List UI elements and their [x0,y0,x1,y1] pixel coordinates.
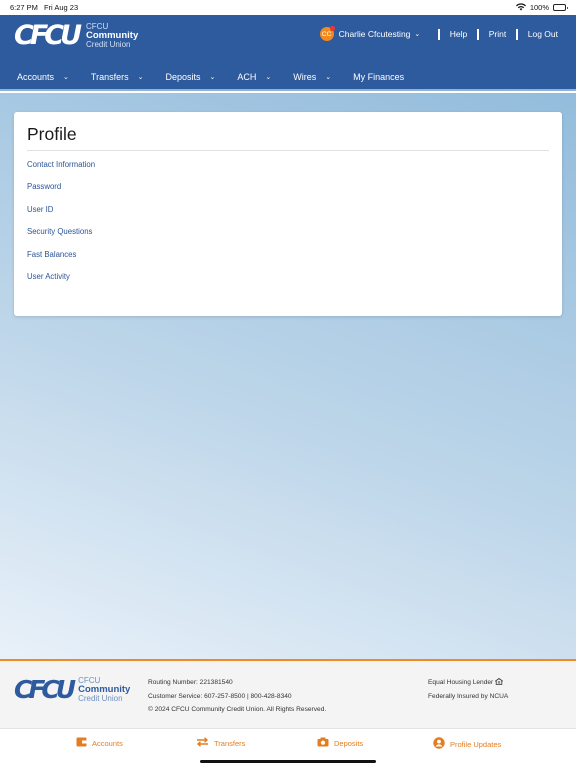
logo-mark: CFCU [14,675,76,704]
nav-transfers[interactable]: Transfers ⌄ [91,72,144,82]
profile-links: Contact Information Password User ID Sec… [27,160,549,294]
chevron-down-icon: ⌄ [63,74,69,81]
profile-card: Profile Contact Information Password Use… [14,112,562,316]
chevron-down-icon: ⌄ [137,74,144,81]
wifi-icon [515,2,526,13]
ncua-text: Federally Insured by NCUA [428,692,509,700]
logo-line2: Community [86,30,139,41]
tab-transfers[interactable]: Transfers [196,737,245,750]
logo-line3: Credit Union [86,40,131,49]
footer-info: Routing Number: 221381540 Customer Servi… [148,676,326,717]
logo-line3: Credit Union [78,694,123,703]
logo-mark: CFCU [14,20,82,51]
nav-my-finances[interactable]: My Finances [353,72,404,82]
logout-link[interactable]: Log Out [528,29,558,39]
equal-housing-text: Equal Housing Lender [428,679,494,686]
nav-label: Accounts [17,72,55,82]
link-fast-balances[interactable]: Fast Balances [27,250,549,272]
main-content: Profile Contact Information Password Use… [0,93,576,659]
tab-profile-updates[interactable]: Profile Updates [433,737,501,752]
equal-housing-icon [494,678,504,686]
bottom-tab-bar: Accounts Transfers Deposits Profile Upda… [0,728,576,768]
chevron-down-icon: ⌄ [414,31,421,38]
nav-ach[interactable]: ACH ⌄ [237,72,271,82]
swap-arrows-icon [196,737,209,750]
status-time: 6:27 PM [10,3,38,12]
user-circle-icon [433,737,445,752]
user-menu: CC Charlie Cfcutesting ⌄ Help Print Log … [319,26,558,41]
tab-label: Accounts [92,739,123,748]
cfcu-logo[interactable]: CFCU CFCU Community Credit Union [14,20,138,51]
avatar-initials: CC [321,30,332,38]
notification-dot [330,26,335,31]
divider [438,28,440,40]
customer-service: Customer Service: 607-257-8500 | 800-428… [148,692,292,700]
link-password[interactable]: Password [27,182,549,204]
nav-label: ACH [237,72,257,82]
routing-number: Routing Number: 221381540 [148,679,233,686]
status-date: Fri Aug 23 [43,3,79,12]
footer-legal: Equal Housing Lender Federally Insured b… [428,676,508,703]
camera-icon [317,737,329,750]
battery-percent: 100% [529,3,549,12]
home-indicator [200,760,376,763]
footer-logo: CFCU CFCU Community Credit Union [14,675,130,704]
tab-deposits[interactable]: Deposits [317,737,363,750]
link-contact-information[interactable]: Contact Information [27,160,549,182]
nav-deposits[interactable]: Deposits ⌄ [165,72,215,82]
nav-accounts[interactable]: Accounts ⌄ [17,72,69,82]
app-header: CFCU CFCU Community Credit Union CC Char… [0,15,576,65]
tab-label: Profile Updates [450,740,502,749]
help-link[interactable]: Help [450,29,467,39]
tab-label: Transfers [214,739,246,748]
link-user-id[interactable]: User ID [27,205,549,227]
chevron-down-icon: ⌄ [209,74,216,81]
link-security-questions[interactable]: Security Questions [27,227,549,249]
nav-label: Deposits [165,72,201,82]
chevron-down-icon: ⌄ [325,74,332,81]
print-link[interactable]: Print [489,29,506,39]
nav-label: Transfers [90,72,129,82]
tab-label: Deposits [334,739,364,748]
copyright: © 2024 CFCU Community Credit Union. All … [148,706,327,713]
footer: CFCU CFCU Community Credit Union Routing… [0,659,576,728]
user-name-dropdown[interactable]: Charlie Cfcutesting [339,29,411,39]
status-bar: 6:27 PM Fri Aug 23 100% [0,0,576,15]
main-nav: Accounts ⌄ Transfers ⌄ Deposits ⌄ ACH ⌄ Wire… [0,65,576,91]
link-user-activity[interactable]: User Activity [27,272,549,294]
tab-accounts[interactable]: Accounts [76,737,123,750]
nav-wires[interactable]: Wires ⌄ [293,72,331,82]
wallet-icon [76,737,87,750]
battery-icon [553,4,568,11]
avatar[interactable]: CC [319,26,335,41]
divider [477,28,479,40]
nav-label: My Finances [353,72,405,82]
chevron-down-icon: ⌄ [265,74,272,81]
page-title: Profile [27,124,549,151]
divider [516,28,518,40]
logo-line2: Community [78,684,131,695]
nav-label: Wires [293,72,317,82]
